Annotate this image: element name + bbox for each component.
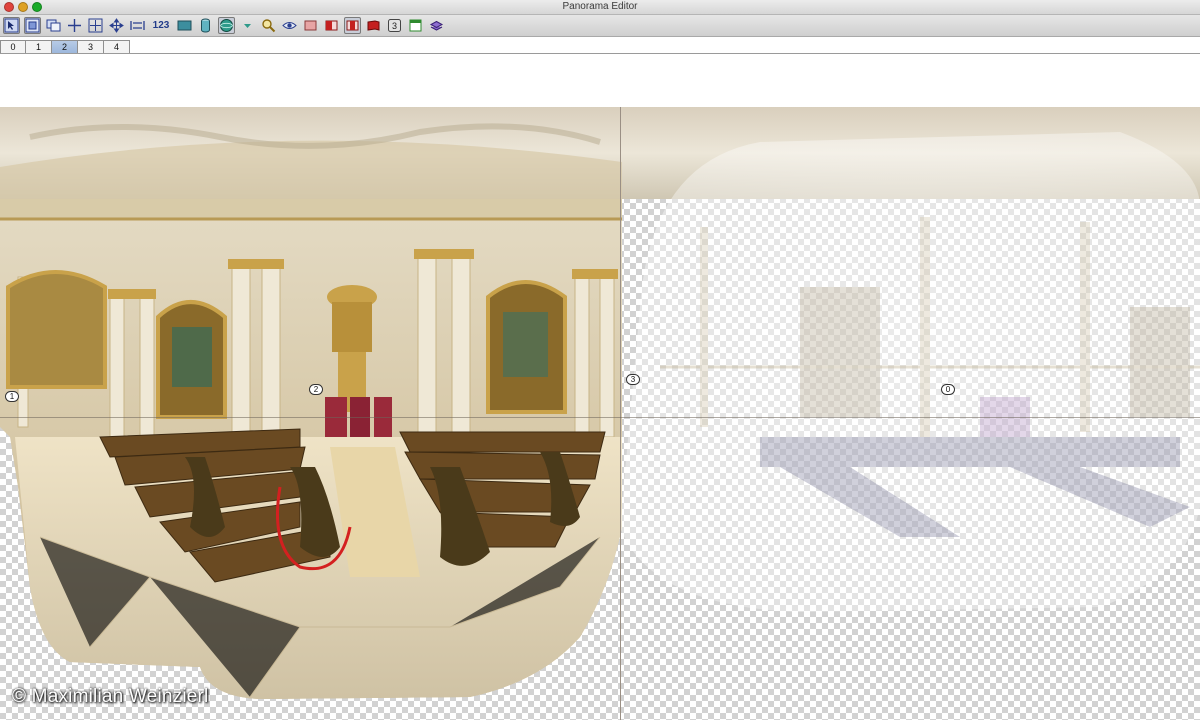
tab-2[interactable]: 2 xyxy=(52,40,78,54)
red-layer-center-icon[interactable] xyxy=(344,17,361,34)
panorama-canvas[interactable]: 1 2 3 0 xyxy=(0,107,1200,720)
red-layer-right-icon[interactable] xyxy=(365,17,382,34)
fit-width-icon[interactable] xyxy=(129,17,146,34)
magnifier-icon[interactable] xyxy=(260,17,277,34)
copy-layers-icon[interactable] xyxy=(45,17,62,34)
move-center-icon[interactable] xyxy=(87,17,104,34)
numbering-icon[interactable]: 123 xyxy=(150,17,172,34)
tab-divider xyxy=(0,53,1200,54)
image-rectangle-icon[interactable] xyxy=(176,17,193,34)
tab-3[interactable]: 3 xyxy=(78,40,104,54)
image-tabs: 0 1 2 3 4 xyxy=(0,40,130,54)
dropdown-arrow-icon[interactable] xyxy=(239,17,256,34)
move-arrows-icon[interactable] xyxy=(108,17,125,34)
stack-icon[interactable] xyxy=(428,17,445,34)
number-box-label: 3 xyxy=(392,21,397,31)
pink-layer-icon[interactable] xyxy=(302,17,319,34)
eye-icon[interactable] xyxy=(281,17,298,34)
title-bar: Panorama Editor xyxy=(0,0,1200,15)
copyright-watermark: © Maximilian Weinzierl xyxy=(12,686,209,707)
panorama-image xyxy=(0,107,1200,699)
crosshair-icon[interactable] xyxy=(66,17,83,34)
tab-4[interactable]: 4 xyxy=(104,40,130,54)
image-marker-0[interactable]: 0 xyxy=(941,384,955,395)
red-layer-left-icon[interactable] xyxy=(323,17,340,34)
seam-vertical-guide xyxy=(620,107,621,720)
horizon-guide xyxy=(0,417,1200,418)
toolbar: 123 3 xyxy=(0,15,1200,37)
select-image-icon[interactable] xyxy=(3,17,20,34)
sphere-icon[interactable] xyxy=(218,17,235,34)
image-marker-3[interactable]: 3 xyxy=(626,374,640,385)
image-marker-2[interactable]: 2 xyxy=(309,384,323,395)
window-title: Panorama Editor xyxy=(562,1,638,12)
cylinder-icon[interactable] xyxy=(197,17,214,34)
tab-0[interactable]: 0 xyxy=(0,40,26,54)
select-point-icon[interactable] xyxy=(24,17,41,34)
tab-1[interactable]: 1 xyxy=(26,40,52,54)
window-icon[interactable] xyxy=(407,17,424,34)
number-box-icon[interactable]: 3 xyxy=(386,17,403,34)
image-marker-1[interactable]: 1 xyxy=(5,391,19,402)
